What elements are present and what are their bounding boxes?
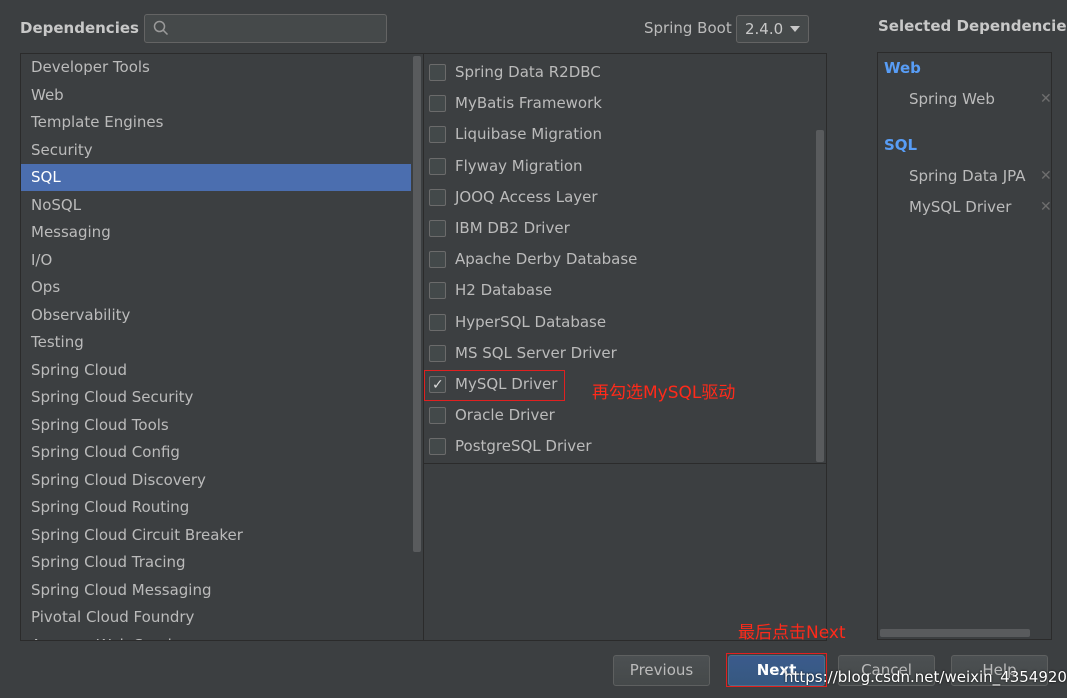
- dependency-checkbox[interactable]: [429, 407, 446, 425]
- selected-group-heading: Web: [884, 59, 921, 77]
- dependency-label: HyperSQL Database: [455, 312, 607, 331]
- category-item[interactable]: Developer Tools: [21, 54, 411, 81]
- remove-icon[interactable]: ✕: [1040, 199, 1051, 215]
- category-item[interactable]: Spring Cloud Security: [21, 384, 411, 411]
- category-item[interactable]: I/O: [21, 247, 411, 274]
- remove-icon[interactable]: ✕: [1040, 168, 1051, 184]
- selected-horizontal-scrollbar[interactable]: [880, 629, 1030, 637]
- dependency-label: H2 Database: [455, 281, 553, 300]
- dependency-label: Apache Derby Database: [455, 250, 638, 269]
- dependency-checkbox[interactable]: [429, 438, 446, 456]
- remove-icon[interactable]: ✕: [1040, 91, 1051, 107]
- category-item[interactable]: Pivotal Cloud Foundry: [21, 604, 411, 631]
- dependency-item[interactable]: Spring Data R2DBC: [428, 58, 816, 88]
- dependency-item[interactable]: H2 Database: [428, 276, 816, 306]
- category-item[interactable]: Spring Cloud Circuit Breaker: [21, 522, 411, 549]
- category-list: Developer Tools Web Template Engines Securi…: [20, 53, 424, 641]
- category-item[interactable]: Spring Cloud Config: [21, 439, 411, 466]
- dependency-checkbox[interactable]: [429, 64, 446, 81]
- selected-dependencies-title: Selected Dependencies: [878, 17, 1067, 35]
- category-item[interactable]: SQL: [21, 164, 411, 191]
- dependency-label: IBM DB2 Driver: [455, 219, 570, 237]
- dependency-checkbox[interactable]: [429, 95, 446, 113]
- dependency-checkbox[interactable]: [429, 126, 446, 144]
- watermark-text: https://blog.csdn.net/weixin_43549208: [784, 668, 1067, 686]
- spring-boot-version-value: 2.4.0: [745, 20, 784, 38]
- dependency-item[interactable]: PostgreSQL Driver: [428, 432, 816, 462]
- dependency-label: Spring Data R2DBC: [455, 63, 601, 81]
- dependency-scrollbar-thumb[interactable]: [816, 130, 824, 462]
- dependency-checkbox[interactable]: [429, 251, 446, 269]
- dependency-label: MySQL Driver: [455, 375, 558, 393]
- spring-boot-label: Spring Boot: [644, 19, 732, 37]
- selected-group-heading: SQL: [884, 136, 918, 154]
- category-item[interactable]: Spring Cloud Messaging: [21, 577, 411, 604]
- dependency-label: JOOQ Access Layer: [455, 187, 598, 206]
- category-item[interactable]: Observability: [21, 302, 411, 329]
- dependencies-title: Dependencies: [20, 19, 139, 37]
- dependency-item[interactable]: MS SQL Server Driver: [428, 339, 816, 369]
- dependency-checkbox[interactable]: [429, 344, 446, 362]
- dependency-item[interactable]: Liquibase Migration: [428, 120, 816, 150]
- selected-dependency-item: Spring Web: [909, 90, 995, 108]
- dependency-item[interactable]: IBM DB2 Driver: [428, 214, 816, 244]
- dependency-label: Flyway Migration: [455, 156, 583, 175]
- dependency-item[interactable]: Oracle Driver: [428, 401, 816, 431]
- dependency-label: MyBatis Framework: [455, 94, 602, 113]
- category-item[interactable]: Spring Cloud: [21, 357, 411, 384]
- category-scrollbar-thumb[interactable]: [413, 56, 421, 552]
- dependency-label: Oracle Driver: [455, 406, 555, 425]
- dependency-checkbox[interactable]: ✓: [429, 376, 446, 393]
- category-item[interactable]: Spring Cloud Routing: [21, 494, 411, 521]
- annotation-check-mysql: 再勾选MySQL驱动: [592, 383, 736, 403]
- category-item[interactable]: Ops: [21, 274, 411, 301]
- category-item[interactable]: Security: [21, 137, 411, 164]
- dependency-item[interactable]: JOOQ Access Layer: [428, 183, 816, 213]
- dependency-list-panel: Spring Data R2DBC MyBatis Framework Liquib…: [423, 53, 827, 641]
- dependency-checkbox[interactable]: [429, 220, 446, 237]
- category-item[interactable]: Spring Cloud Tracing: [21, 549, 411, 576]
- category-item[interactable]: Spring Cloud Tools: [21, 412, 411, 439]
- selected-dependencies-panel: Web Spring Web ✕ SQL Spring Data JPA ✕ MySQL D…: [877, 52, 1052, 640]
- category-item[interactable]: Messaging: [21, 219, 411, 246]
- category-item[interactable]: Testing: [21, 329, 411, 356]
- dependency-label: PostgreSQL Driver: [455, 437, 592, 456]
- category-item[interactable]: Spring Cloud Discovery: [21, 467, 411, 494]
- category-scrollbar[interactable]: [411, 54, 423, 640]
- selected-dependency-item: MySQL Driver: [909, 198, 1012, 216]
- dependency-label: MS SQL Server Driver: [455, 343, 617, 362]
- dependency-checkbox[interactable]: [429, 188, 446, 206]
- dependency-checkbox[interactable]: [429, 282, 446, 300]
- dependency-item[interactable]: MyBatis Framework: [428, 89, 816, 119]
- search-box[interactable]: [144, 14, 387, 43]
- dependency-item[interactable]: HyperSQL Database: [428, 308, 816, 338]
- dependency-item[interactable]: Flyway Migration: [428, 152, 816, 182]
- previous-button[interactable]: Previous: [613, 655, 710, 686]
- selected-dependency-item: Spring Data JPA: [909, 167, 1026, 185]
- annotation-click-next: 最后点击Next: [738, 623, 846, 643]
- new-project-dependencies-dialog: Dependencies Spring Boot 2.4.0 Developer…: [0, 0, 1067, 698]
- dependency-checkbox[interactable]: [429, 157, 446, 175]
- category-item[interactable]: Web: [21, 82, 411, 109]
- checkmark-icon: ✓: [432, 377, 444, 393]
- search-icon: [153, 20, 169, 36]
- spring-boot-version-select[interactable]: 2.4.0: [736, 15, 809, 43]
- search-input[interactable]: [175, 18, 380, 39]
- dependency-item[interactable]: Apache Derby Database: [428, 245, 816, 275]
- category-item[interactable]: Amazon Web Services: [21, 632, 411, 641]
- dependency-label: Liquibase Migration: [455, 125, 602, 144]
- chevron-down-icon: [790, 26, 800, 32]
- category-item[interactable]: NoSQL: [21, 192, 411, 219]
- dependency-checkbox[interactable]: [429, 313, 446, 331]
- category-item[interactable]: Template Engines: [21, 109, 411, 136]
